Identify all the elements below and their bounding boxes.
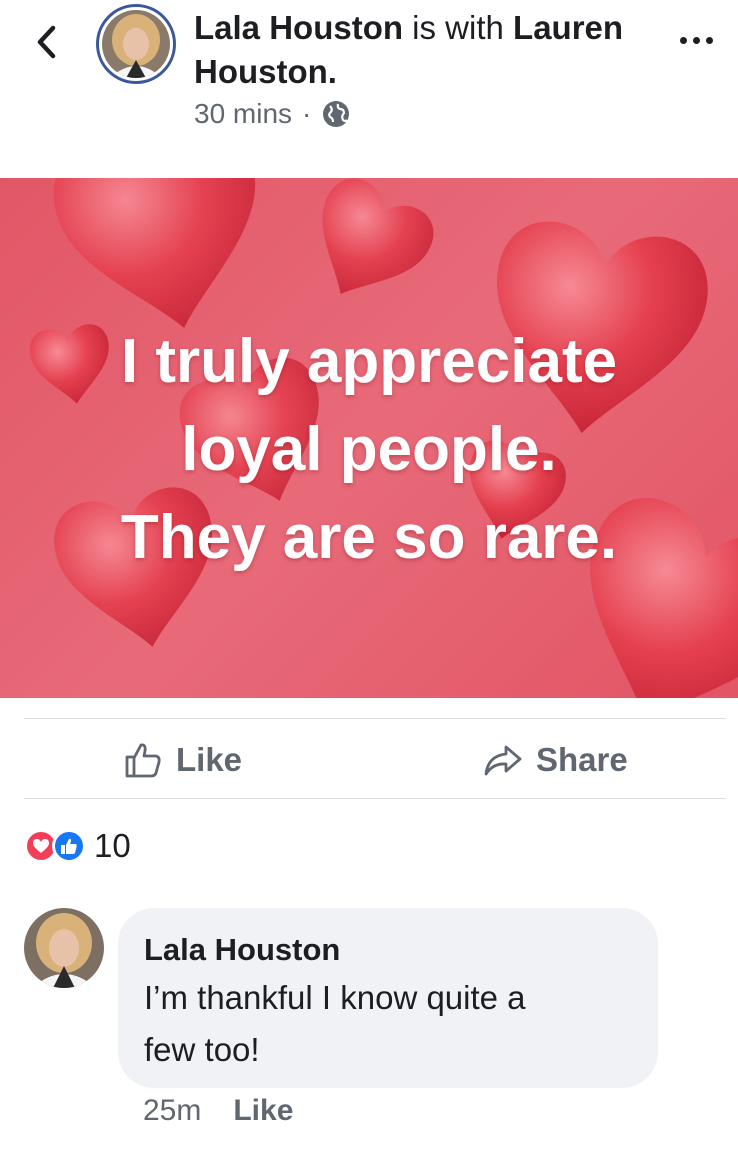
quote-line: I truly appreciate <box>120 327 618 396</box>
reactions-summary[interactable]: 10 <box>24 827 131 864</box>
share-arrow-icon <box>484 745 522 776</box>
thumbs-up-icon <box>125 743 161 778</box>
like-label: Like <box>176 741 243 778</box>
comment-text-line: I’m thankful I know quite a <box>144 979 526 1016</box>
post-header-text: Lala Houston is with Lauren Houston. <box>194 6 664 94</box>
avatar-photo <box>24 908 104 988</box>
share-button[interactable]: Share <box>484 735 628 785</box>
comment-bubble[interactable]: Lala Houston I’m thankful I know quite a… <box>118 908 658 1088</box>
comment-like-button[interactable]: Like <box>233 1094 293 1128</box>
chevron-left-icon <box>37 25 56 59</box>
with-text: is with <box>403 9 514 46</box>
more-options-button[interactable] <box>676 28 716 52</box>
avatar-photo <box>102 10 170 78</box>
like-button[interactable]: Like <box>124 735 242 785</box>
post-image[interactable]: I truly appreciate loyal people. They ar… <box>0 178 738 698</box>
divider-top <box>24 718 726 719</box>
divider-bottom <box>24 798 726 799</box>
more-icon <box>679 36 687 44</box>
comment-meta: 25m Like <box>143 1094 293 1128</box>
commenter-avatar[interactable] <box>24 908 104 988</box>
post-time[interactable]: 30 mins <box>194 98 292 130</box>
share-label: Share <box>536 741 628 778</box>
quote-text: I truly appreciate loyal people. They ar… <box>0 318 738 582</box>
quote-line: They are so rare. <box>120 503 618 572</box>
comment-author[interactable]: Lala Houston <box>144 928 632 972</box>
like-reaction-icon <box>52 829 86 863</box>
reaction-count: 10 <box>94 827 131 864</box>
quote-line: loyal people. <box>181 415 557 484</box>
back-button[interactable] <box>30 22 62 62</box>
author-name[interactable]: Lala Houston <box>194 9 403 46</box>
post-meta: 30 mins · <box>194 98 351 130</box>
comment-time: 25m <box>143 1094 202 1127</box>
meta-separator: · <box>302 98 312 129</box>
globe-icon <box>323 101 350 127</box>
author-avatar[interactable] <box>96 4 176 84</box>
comment-text-line: few too! <box>144 1031 260 1068</box>
